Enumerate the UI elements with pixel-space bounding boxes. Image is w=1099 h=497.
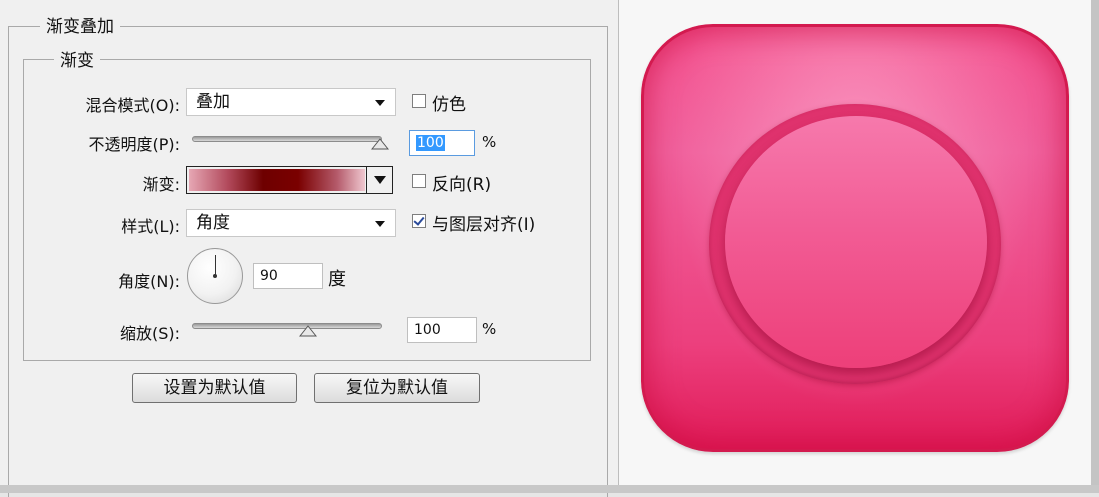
angle-dial[interactable] (187, 248, 243, 304)
blend-mode-select[interactable]: 叠加 (186, 88, 396, 116)
chevron-down-icon (374, 176, 386, 184)
opacity-slider-thumb[interactable] (371, 138, 389, 150)
scale-label: 缩放(S): (119, 324, 180, 343)
opacity-label: 不透明度(P): (88, 135, 180, 154)
window-bottom-edge (0, 485, 1099, 493)
reset-default-button[interactable]: 复位为默认值 (314, 373, 480, 403)
window-edge (1091, 0, 1099, 493)
gradient-label: 渐变: (142, 175, 180, 194)
opacity-value: 100 (416, 135, 445, 151)
angle-unit: 度 (328, 269, 346, 290)
opacity-input[interactable]: 100 (409, 130, 475, 156)
angle-label: 角度(N): (118, 272, 180, 291)
chevron-down-icon (375, 221, 385, 227)
dither-label: 仿色 (432, 95, 466, 115)
gradient-overlay-panel: 渐变叠加 渐变 混合模式(O): 叠加 仿色 不透明度(P): 100 % 渐变… (0, 0, 619, 497)
style-value: 角度 (196, 213, 230, 233)
gradient-preview-swatch[interactable] (186, 166, 368, 194)
pink-circle-button-icon (725, 116, 987, 368)
section-title: 渐变 (54, 46, 100, 71)
scale-input[interactable]: 100 (407, 317, 477, 343)
style-label: 样式(L): (121, 217, 180, 236)
make-default-button[interactable]: 设置为默认值 (132, 373, 297, 403)
gradient-picker-button[interactable] (366, 166, 393, 194)
reverse-checkbox[interactable] (412, 174, 426, 188)
align-with-layer-checkbox[interactable] (412, 214, 426, 228)
opacity-slider[interactable] (192, 136, 382, 142)
align-with-layer-label: 与图层对齐(I) (432, 215, 536, 235)
gradient-fill (189, 169, 365, 191)
reverse-label: 反向(R) (432, 175, 492, 195)
angle-center-dot (213, 274, 217, 278)
scale-unit: % (482, 320, 497, 338)
scale-slider[interactable] (192, 323, 382, 329)
blend-mode-label: 混合模式(O): (85, 96, 180, 115)
panel-title: 渐变叠加 (40, 12, 120, 37)
opacity-unit: % (482, 133, 497, 151)
blend-mode-value: 叠加 (196, 92, 230, 112)
chevron-down-icon (375, 100, 385, 106)
angle-input[interactable]: 90 (253, 263, 323, 289)
angle-value: 90 (260, 268, 278, 284)
style-select[interactable]: 角度 (186, 209, 396, 237)
scale-slider-thumb[interactable] (299, 325, 317, 337)
dither-checkbox[interactable] (412, 94, 426, 108)
scale-value: 100 (414, 322, 441, 338)
